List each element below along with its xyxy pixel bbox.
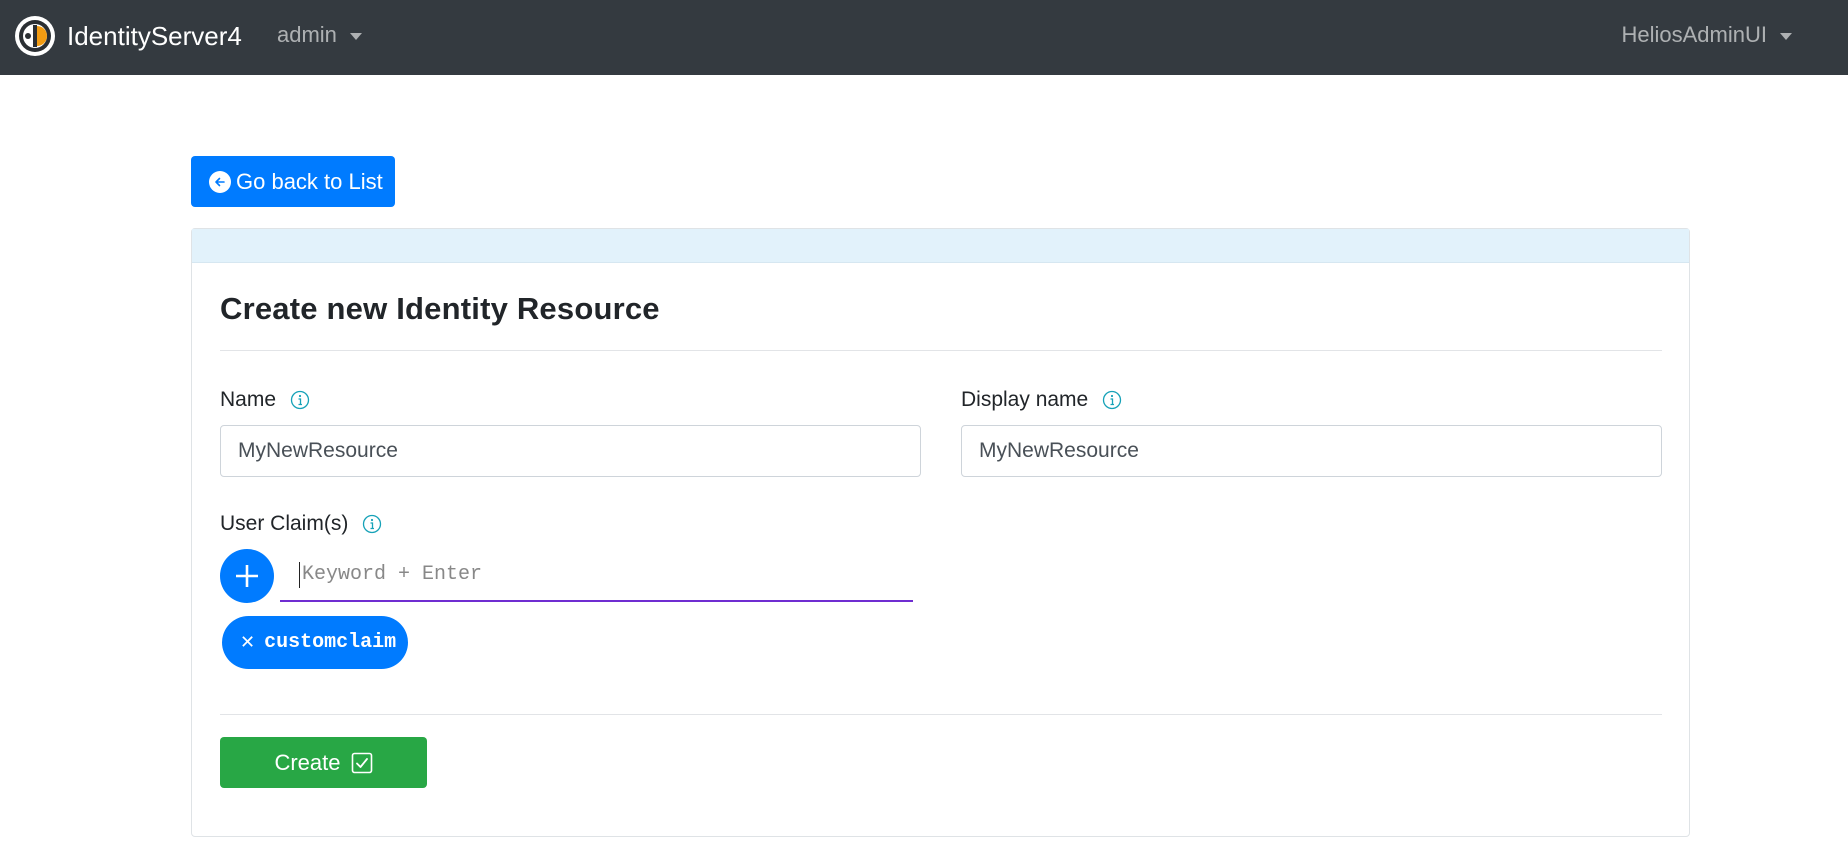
info-circle-icon[interactable]	[290, 390, 310, 410]
text-cursor	[299, 561, 300, 588]
plus-icon	[236, 565, 258, 587]
divider	[220, 714, 1662, 715]
identityserver-logo-icon	[15, 16, 55, 56]
check-square-icon	[351, 752, 372, 773]
brand-name: IdentityServer4	[67, 20, 242, 51]
arrow-left-circle-icon	[209, 170, 231, 193]
create-button[interactable]: Create	[220, 737, 427, 788]
caret-down-icon	[1780, 32, 1792, 40]
user-menu-dropdown[interactable]: HeliosAdminUI	[1621, 22, 1792, 48]
info-circle-icon[interactable]	[362, 514, 382, 534]
name-input[interactable]: MyNewResource	[220, 425, 921, 477]
name-label: Name	[220, 388, 277, 411]
display-name-label-group: Display name	[961, 388, 1122, 412]
card-header	[192, 229, 1689, 263]
brand-link[interactable]: IdentityServer4	[14, 14, 242, 58]
info-circle-icon[interactable]	[1102, 390, 1122, 410]
caret-down-icon	[349, 32, 362, 40]
name-label-group: Name	[220, 388, 310, 412]
divider	[220, 350, 1662, 351]
page-title: Create new Identity Resource	[220, 291, 660, 326]
display-name-label: Display name	[961, 388, 1089, 411]
create-label: Create	[274, 749, 341, 775]
close-icon[interactable]: ✕	[240, 632, 255, 653]
identity-resource-card: Create new Identity Resource Name MyNewR…	[191, 228, 1690, 837]
display-name-input[interactable]: MyNewResource	[961, 425, 1662, 477]
top-navbar: IdentityServer4 admin HeliosAdminUI	[0, 0, 1848, 75]
go-back-to-list-button[interactable]: Go back to List	[191, 156, 395, 207]
admin-menu-dropdown[interactable]: admin	[277, 22, 362, 48]
add-claim-button[interactable]	[220, 549, 274, 603]
go-back-label: Go back to List	[236, 168, 383, 194]
claim-tag[interactable]: ✕ customclaim	[222, 616, 408, 669]
user-claim-input[interactable]: Keyword + Enter	[280, 549, 913, 602]
user-menu-label: HeliosAdminUI	[1621, 22, 1768, 47]
user-claims-label: User Claim(s)	[220, 512, 349, 535]
claim-tag-label: customclaim	[264, 631, 397, 654]
user-claim-placeholder: Keyword + Enter	[302, 563, 483, 586]
user-claims-label-group: User Claim(s)	[220, 512, 382, 536]
admin-menu-label: admin	[277, 22, 337, 47]
